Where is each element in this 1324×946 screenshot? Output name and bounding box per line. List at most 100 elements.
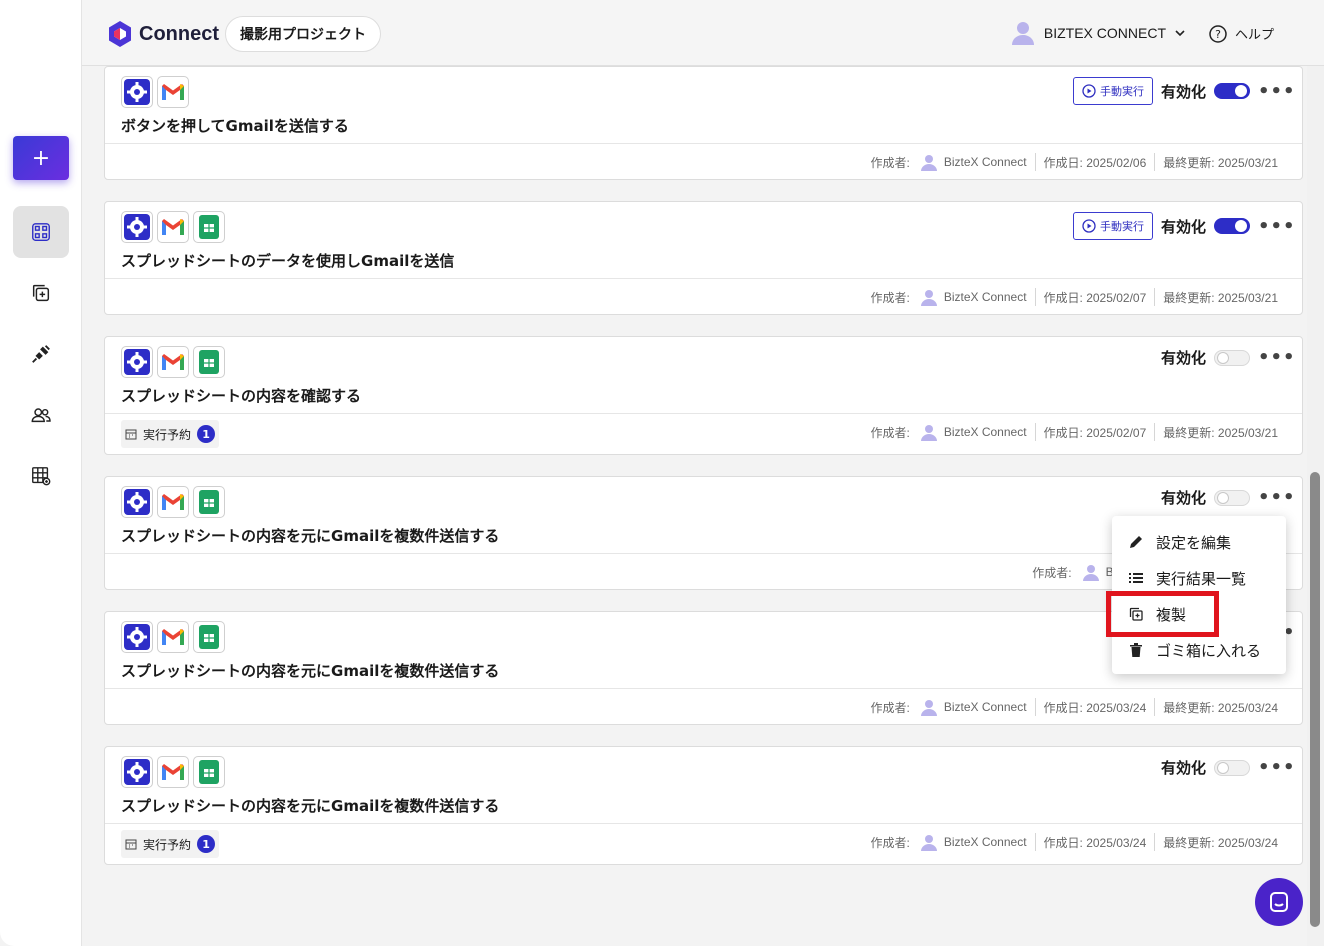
menu-item-edit-settings[interactable]: 設定を編集: [1112, 524, 1286, 560]
app-icons: [121, 486, 225, 518]
app-logo[interactable]: Connect: [107, 20, 219, 48]
card-meta: 作成者: BizteX Connect 作成日: 2025/02/07 最終更新: 2…: [870, 279, 1278, 315]
enable-toggle[interactable]: [1214, 218, 1250, 234]
workflow-card[interactable]: スプレッドシートの内容を確認する 有効化 ••• 実行予約 1 作成者: BizteX Co…: [104, 336, 1303, 455]
workflow-card[interactable]: スプレッドシートの内容を元にGmailを複数件送信する 有効化 ••• 実行予約 1 作成…: [104, 746, 1303, 865]
user-name: BIZTEX CONNECT: [1043, 25, 1166, 41]
schedule-chip[interactable]: 実行予約 1: [121, 830, 220, 858]
enable-toggle[interactable]: [1214, 349, 1250, 366]
menu-item-trash[interactable]: ゴミ箱に入れる: [1112, 632, 1286, 668]
workflow-list: ボタンを押してGmailを送信する 手動実行 有効化 ••• 作成者: BizteX Co…: [104, 66, 1303, 926]
created-date: 作成日: 2025/02/07: [1043, 425, 1147, 440]
more-options-button[interactable]: •••: [1258, 216, 1295, 237]
menu-item-label: 実行結果一覧: [1156, 569, 1247, 588]
creator-label: 作成者:: [870, 155, 910, 170]
card-meta: 作成者: BizteX Connect 作成日: 2025/03/24 最終更新: 2…: [870, 689, 1278, 725]
enable-toggle[interactable]: [1214, 83, 1250, 99]
table-icon: [32, 467, 51, 486]
created-date: 作成日: 2025/03/24: [1043, 835, 1147, 850]
app-icon-sheets: [193, 486, 225, 518]
updated-date: 最終更新: 2025/03/21: [1163, 290, 1278, 305]
workflow-title[interactable]: スプレッドシートの内容を元にGmailを複数件送信する: [121, 525, 499, 546]
card-footer: 作成者: BizteX Connect 作成日: 2025/03/24 最終更新: 2…: [105, 689, 1302, 725]
more-options-button[interactable]: •••: [1258, 347, 1295, 368]
sidebar-item-templates[interactable]: [13, 267, 69, 319]
chevron-down-icon: [1175, 30, 1185, 37]
sheets-icon: [199, 625, 219, 649]
user-menu[interactable]: BIZTEX CONNECT: [1010, 20, 1186, 46]
scrollbar-thumb[interactable]: [1310, 472, 1320, 927]
sidebar-item-workflows[interactable]: [13, 206, 69, 258]
app-icon-sheets: [193, 621, 225, 653]
user-avatar-icon: [1011, 22, 1034, 45]
workflow-title[interactable]: スプレッドシートの内容を確認する: [121, 385, 361, 406]
workflow-title[interactable]: スプレッドシートのデータを使用しGmailを送信: [121, 250, 454, 271]
workflow-title[interactable]: ボタンを押してGmailを送信する: [121, 115, 349, 136]
workflow-card[interactable]: ボタンを押してGmailを送信する 手動実行 有効化 ••• 作成者: BizteX Co…: [104, 66, 1303, 180]
gear-icon: [124, 79, 150, 105]
card-meta: 作成者: BizteX Connect 作成日: 2025/03/24 最終更新: 2…: [870, 824, 1278, 860]
sidebar-item-connections[interactable]: [13, 328, 69, 380]
calendar-icon: [125, 839, 137, 850]
workflow-card[interactable]: スプレッドシートのデータを使用しGmailを送信 手動実行 有効化 ••• 作成者: Bi…: [104, 201, 1303, 315]
creator-avatar-icon: [1082, 565, 1099, 581]
creator-name: BizteX Connect: [943, 835, 1027, 849]
manual-run-label: 手動実行: [1099, 85, 1144, 98]
creator-label: 作成者:: [870, 700, 910, 715]
workflow-title[interactable]: スプレッドシートの内容を元にGmailを複数件送信する: [121, 795, 499, 816]
gmail-icon: [162, 84, 184, 100]
project-selector[interactable]: 撮影用プロジェクト: [225, 16, 381, 52]
updated-date: 最終更新: 2025/03/24: [1163, 835, 1278, 850]
more-options-button[interactable]: •••: [1258, 487, 1295, 508]
creator-avatar-icon: [920, 290, 937, 306]
play-icon: [1082, 84, 1096, 98]
creator-label: 作成者:: [870, 835, 910, 850]
creator-name: BizteX Connect: [943, 700, 1027, 714]
more-options-button[interactable]: •••: [1258, 81, 1295, 102]
workflow-icon: [32, 223, 50, 241]
help-icon: ?: [1209, 24, 1227, 43]
trash-icon: [1130, 643, 1142, 657]
sheets-icon: [199, 490, 219, 514]
schedule-count-badge: 1: [197, 425, 216, 443]
card-footer: 作成者: BizteX Connect 作成日: 2025/02/06 最終更新: 2…: [105, 144, 1302, 180]
card-controls: 有効化 •••: [1161, 347, 1295, 368]
connect-logo-icon: [109, 21, 131, 47]
manual-run-label: 手動実行: [1099, 220, 1144, 233]
chat-support-button[interactable]: [1255, 878, 1303, 926]
svg-text:?: ?: [1215, 28, 1221, 41]
top-header: Connect 撮影用プロジェクト BIZTEX CONNECT ? ヘルプ: [82, 0, 1324, 66]
chat-icon: [1270, 892, 1288, 912]
menu-item-label: 設定を編集: [1156, 533, 1232, 552]
app-icon-sheets: [193, 211, 225, 243]
created-date: 作成日: 2025/03/24: [1043, 700, 1147, 715]
app-icon-gmail: [157, 76, 189, 108]
add-copy-icon: [32, 284, 50, 302]
gmail-icon: [162, 219, 184, 235]
sidebar-item-members[interactable]: [13, 389, 69, 441]
app-icon-gmail: [157, 346, 189, 378]
card-header: スプレッドシートの内容を確認する 有効化 •••: [105, 337, 1302, 414]
app-icons: [121, 621, 225, 653]
help-label: ヘルプ: [1234, 28, 1274, 43]
list-icon: [1129, 573, 1143, 583]
create-workflow-button[interactable]: +: [13, 136, 69, 180]
more-options-button[interactable]: •••: [1258, 757, 1295, 778]
app-icon-gear: [121, 211, 153, 243]
creator-name: BizteX Connect: [943, 425, 1027, 439]
manual-run-button[interactable]: 手動実行: [1072, 212, 1153, 240]
schedule-chip[interactable]: 実行予約 1: [121, 420, 220, 448]
card-meta: 作成者: BizteX Connect 作成日: 2025/02/06 最終更新: 2…: [870, 144, 1278, 180]
highlight-annotation: [1106, 591, 1219, 637]
gear-icon: [124, 759, 150, 785]
enable-toggle[interactable]: [1214, 489, 1250, 506]
enable-toggle[interactable]: [1214, 759, 1250, 776]
sidebar-item-tables[interactable]: [13, 450, 69, 502]
gear-icon: [124, 214, 150, 240]
workflow-title[interactable]: スプレッドシートの内容を元にGmailを複数件送信する: [121, 660, 499, 681]
manual-run-button[interactable]: 手動実行: [1072, 77, 1153, 105]
app-icon-gear: [121, 756, 153, 788]
help-link[interactable]: ? ヘルプ: [1209, 24, 1274, 43]
app-icon-gmail: [157, 211, 189, 243]
card-controls: 有効化 •••: [1161, 757, 1295, 778]
